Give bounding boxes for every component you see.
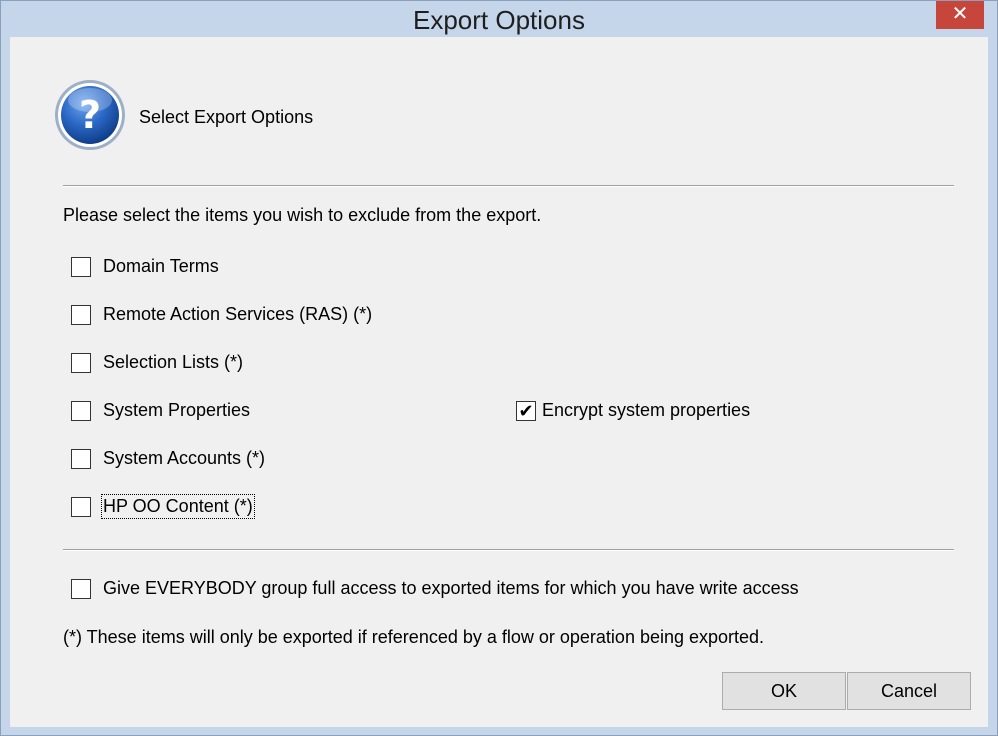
checkbox-label[interactable]: System Accounts (*): [103, 448, 265, 469]
svg-text:?: ?: [79, 93, 101, 137]
checkbox-box[interactable]: [71, 256, 91, 277]
checkbox-remote-action-services[interactable]: Remote Action Services (RAS) (*): [71, 304, 372, 325]
checkbox-box[interactable]: [71, 304, 91, 325]
checkbox-box[interactable]: [71, 400, 91, 421]
question-icon: ?: [55, 80, 125, 150]
checkbox-box[interactable]: [71, 448, 91, 469]
footnote-text: (*) These items will only be exported if…: [63, 627, 765, 647]
separator-bottom: [63, 549, 954, 551]
window-frame-right: [988, 37, 997, 735]
checkbox-selection-lists[interactable]: Selection Lists (*): [71, 352, 243, 373]
dialog-title: Export Options: [413, 5, 585, 35]
checkbox-hp-oo-content[interactable]: HP OO Content (*): [71, 494, 255, 519]
export-options-dialog: Export Options ✕ ? Select Export Options…: [0, 0, 998, 736]
checkbox-label[interactable]: Remote Action Services (RAS) (*): [103, 304, 372, 325]
checkbox-box[interactable]: [71, 496, 91, 517]
checkmark-icon: ✔: [518, 400, 534, 421]
checkbox-box[interactable]: ✔: [516, 400, 536, 421]
separator-top: [63, 185, 954, 187]
checkbox-system-properties[interactable]: System Properties: [71, 400, 250, 421]
window-frame-bottom: [1, 727, 997, 735]
checkbox-everybody-access[interactable]: Give EVERYBODY group full access to expo…: [71, 578, 799, 599]
header-text: Select Export Options: [139, 107, 314, 127]
checkbox-label[interactable]: Give EVERYBODY group full access to expo…: [103, 578, 799, 599]
checkbox-system-accounts[interactable]: System Accounts (*): [71, 448, 265, 469]
close-icon: ✕: [951, 3, 969, 25]
checkbox-label[interactable]: HP OO Content (*): [101, 494, 255, 519]
checkbox-domain-terms[interactable]: Domain Terms: [71, 256, 219, 277]
checkbox-label[interactable]: Encrypt system properties: [542, 400, 750, 421]
cancel-button[interactable]: Cancel: [847, 672, 971, 710]
dialog-body: [10, 37, 988, 727]
title-bar[interactable]: Export Options ✕: [1, 1, 997, 37]
close-button[interactable]: ✕: [936, 1, 984, 29]
ok-button[interactable]: OK: [722, 672, 846, 710]
checkbox-encrypt-system-properties[interactable]: ✔ Encrypt system properties: [516, 400, 750, 421]
checkbox-label[interactable]: Selection Lists (*): [103, 352, 243, 373]
checkbox-box[interactable]: [71, 352, 91, 373]
checkbox-label[interactable]: System Properties: [103, 400, 250, 421]
checkbox-label[interactable]: Domain Terms: [103, 256, 219, 277]
window-frame-left: [1, 37, 10, 735]
checkbox-box[interactable]: [71, 578, 91, 599]
instruction-text: Please select the items you wish to excl…: [63, 205, 542, 225]
